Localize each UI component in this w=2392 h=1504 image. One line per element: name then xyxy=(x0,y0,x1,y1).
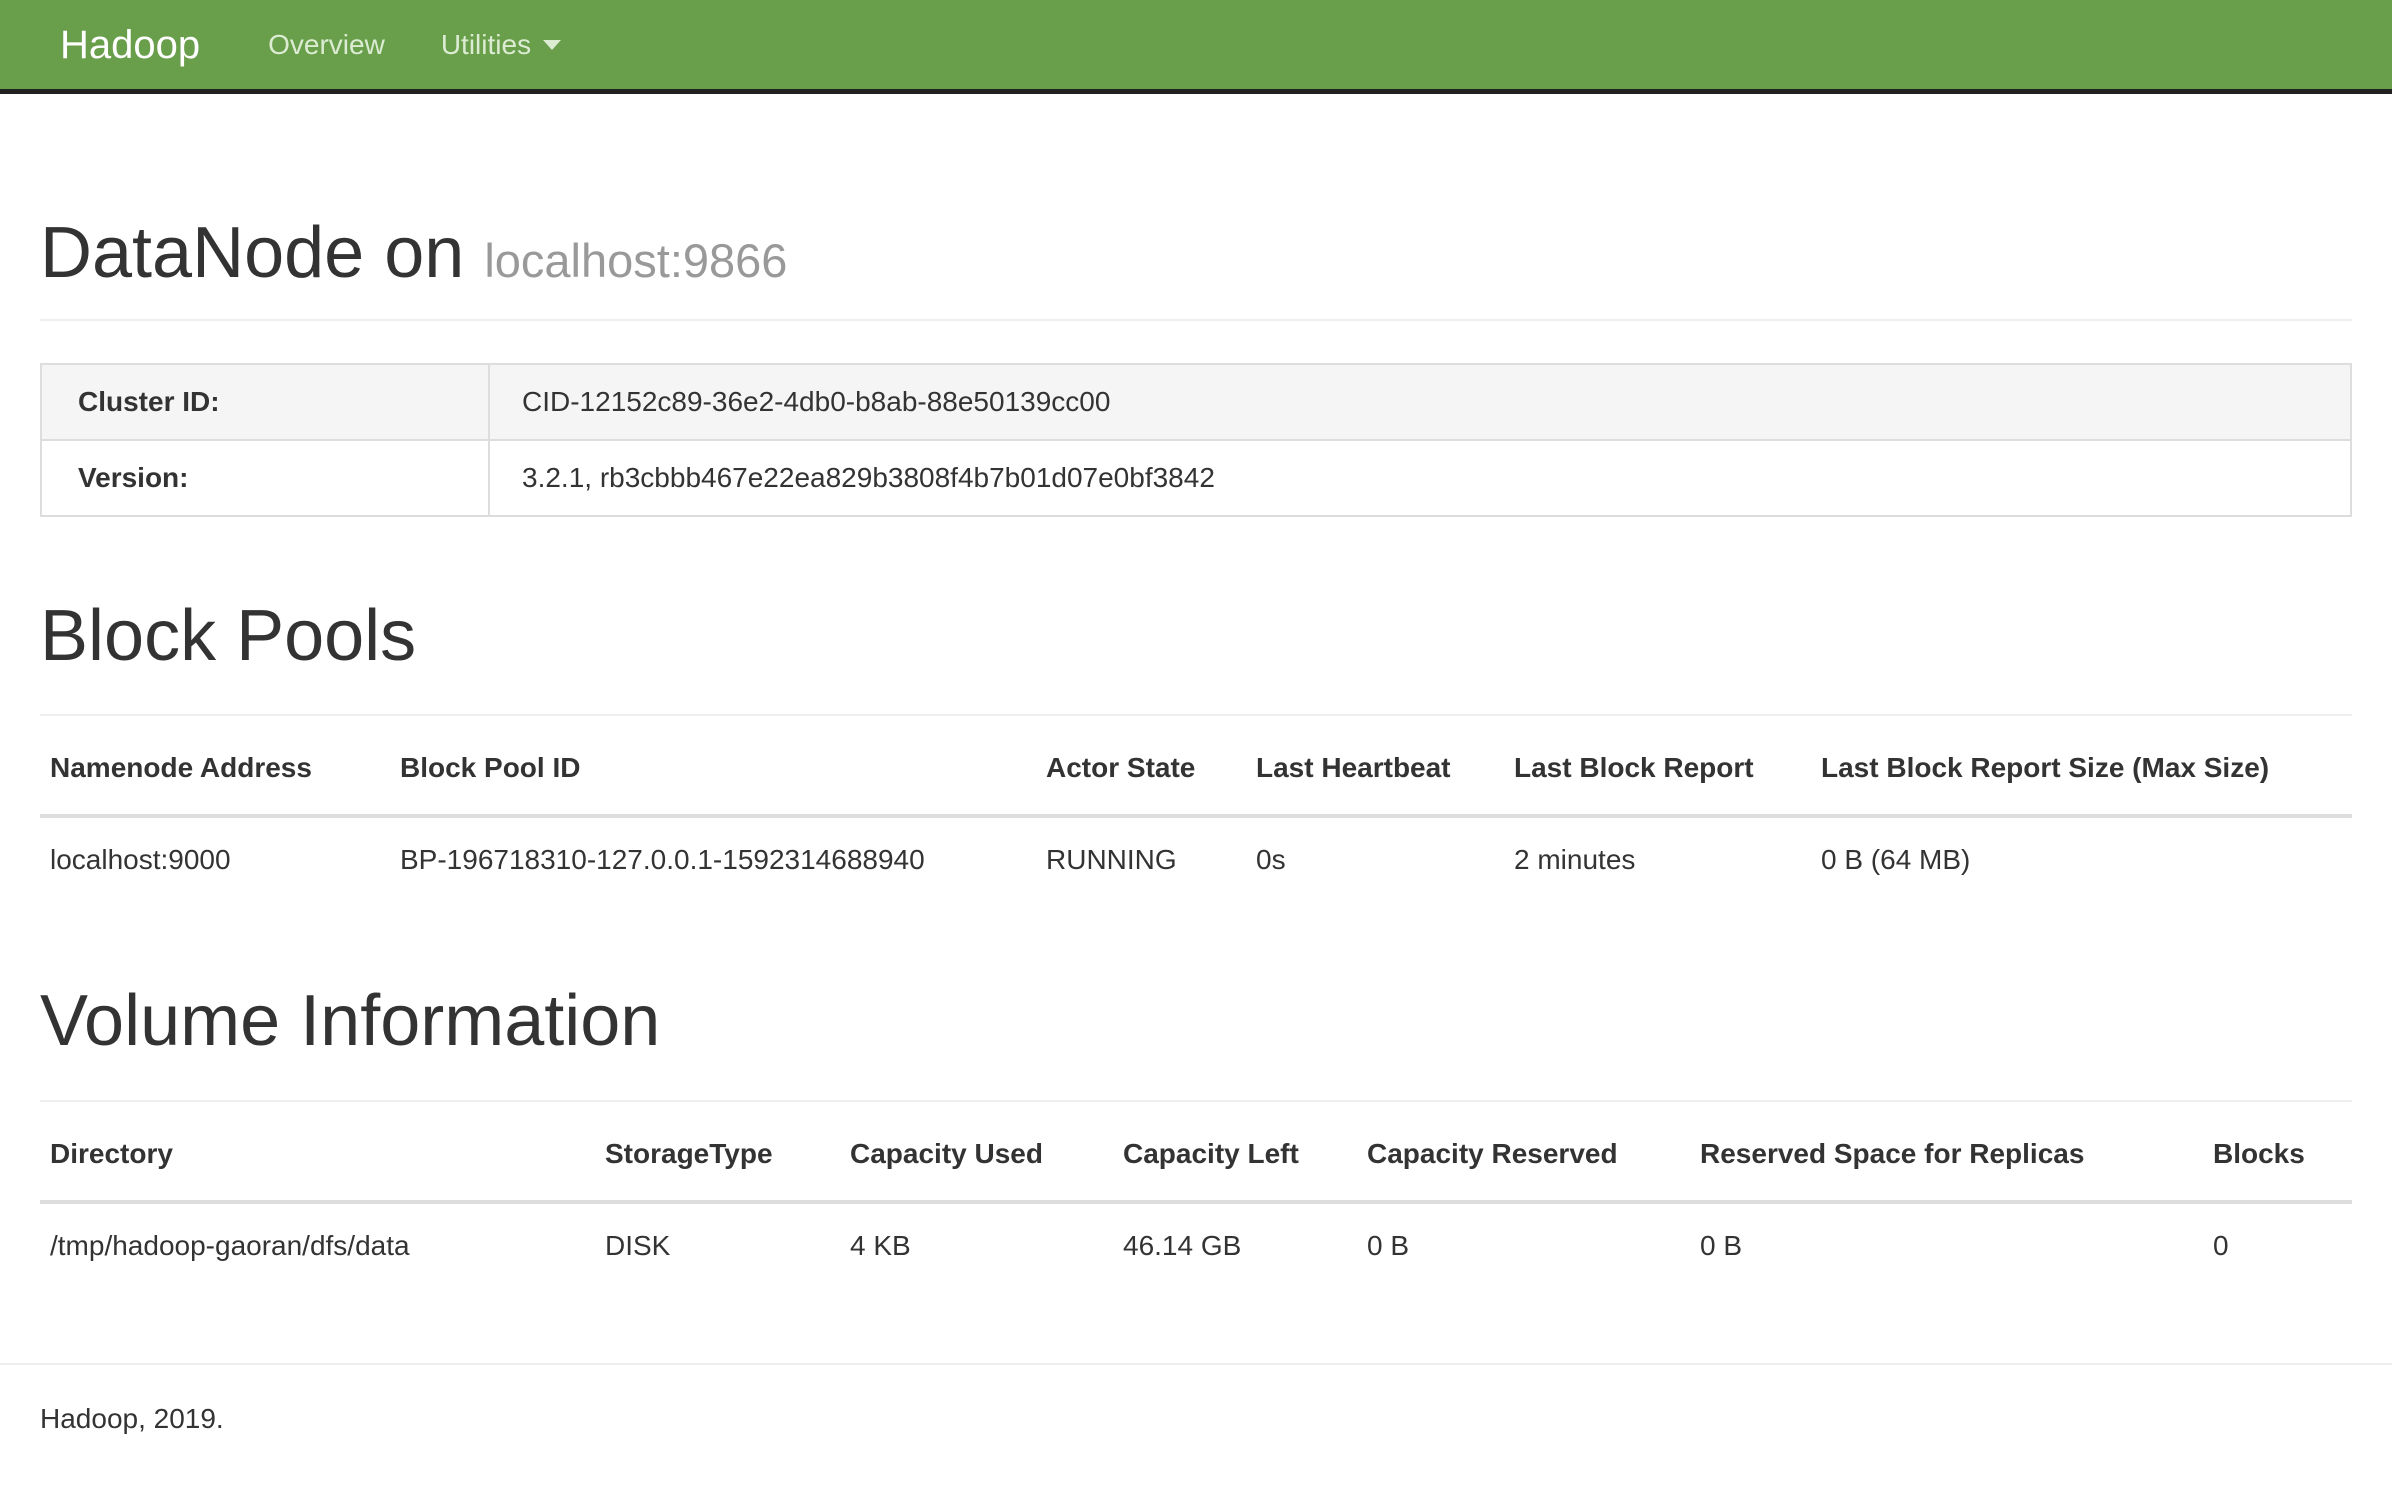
block-pools-title: Block Pools xyxy=(40,597,2352,676)
col-blocks: Blocks xyxy=(2203,1102,2352,1202)
cell-last-heartbeat: 0s xyxy=(1246,816,1504,902)
footer-text: Hadoop, 2019. xyxy=(0,1365,2392,1435)
col-last-block-report-size: Last Block Report Size (Max Size) xyxy=(1811,716,2352,816)
volume-info-header: Volume Information xyxy=(40,982,2352,1101)
col-actor-state: Actor State xyxy=(1036,716,1246,816)
col-capacity-used: Capacity Used xyxy=(840,1102,1113,1202)
cluster-info-table: Cluster ID: CID-12152c89-36e2-4db0-b8ab-… xyxy=(40,363,2352,517)
cell-block-pool-id: BP-196718310-127.0.0.1-1592314688940 xyxy=(390,816,1036,902)
table-row: localhost:9000 BP-196718310-127.0.0.1-15… xyxy=(40,816,2352,902)
version-label: Version: xyxy=(41,440,489,516)
cell-blocks: 0 xyxy=(2203,1202,2352,1288)
table-header-row: Directory StorageType Capacity Used Capa… xyxy=(40,1102,2352,1202)
page-title: DataNode on localhost:9866 xyxy=(40,214,2352,293)
volume-info-table: Directory StorageType Capacity Used Capa… xyxy=(40,1102,2352,1288)
table-row: Cluster ID: CID-12152c89-36e2-4db0-b8ab-… xyxy=(41,364,2351,440)
col-capacity-reserved: Capacity Reserved xyxy=(1357,1102,1690,1202)
cell-directory: /tmp/hadoop-gaoran/dfs/data xyxy=(40,1202,595,1288)
table-row: Version: 3.2.1, rb3cbbb467e22ea829b3808f… xyxy=(41,440,2351,516)
col-capacity-left: Capacity Left xyxy=(1113,1102,1357,1202)
nav-item-utilities[interactable]: Utilities xyxy=(413,0,589,92)
cell-capacity-reserved: 0 B xyxy=(1357,1202,1690,1288)
cluster-id-value: CID-12152c89-36e2-4db0-b8ab-88e50139cc00 xyxy=(489,364,2351,440)
cell-last-block-report: 2 minutes xyxy=(1504,816,1811,902)
volume-info-title: Volume Information xyxy=(40,982,2352,1061)
nav-item-utilities-label: Utilities xyxy=(441,0,531,92)
col-directory: Directory xyxy=(40,1102,595,1202)
col-block-pool-id: Block Pool ID xyxy=(390,716,1036,816)
cell-reserved-replicas: 0 B xyxy=(1690,1202,2203,1288)
table-row: /tmp/hadoop-gaoran/dfs/data DISK 4 KB 46… xyxy=(40,1202,2352,1288)
block-pools-header: Block Pools xyxy=(40,597,2352,716)
nav-item-overview-label: Overview xyxy=(268,0,385,92)
col-reserved-replicas: Reserved Space for Replicas xyxy=(1690,1102,2203,1202)
cell-capacity-left: 46.14 GB xyxy=(1113,1202,1357,1288)
col-last-heartbeat: Last Heartbeat xyxy=(1246,716,1504,816)
top-navbar: Hadoop Overview Utilities xyxy=(0,0,2392,94)
brand-hadoop[interactable]: Hadoop xyxy=(0,0,240,92)
cell-actor-state: RUNNING xyxy=(1036,816,1246,902)
page-header: DataNode on localhost:9866 xyxy=(40,214,2352,321)
block-pools-table: Namenode Address Block Pool ID Actor Sta… xyxy=(40,716,2352,902)
main-content: DataNode on localhost:9866 Cluster ID: C… xyxy=(0,214,2392,1288)
col-storage-type: StorageType xyxy=(595,1102,840,1202)
cell-namenode-address: localhost:9000 xyxy=(40,816,390,902)
cell-last-block-report-size: 0 B (64 MB) xyxy=(1811,816,2352,902)
nav-item-overview[interactable]: Overview xyxy=(240,0,413,92)
version-value: 3.2.1, rb3cbbb467e22ea829b3808f4b7b01d07… xyxy=(489,440,2351,516)
col-namenode-address: Namenode Address xyxy=(40,716,390,816)
col-last-block-report: Last Block Report xyxy=(1504,716,1811,816)
page-title-host: localhost:9866 xyxy=(484,234,787,287)
table-header-row: Namenode Address Block Pool ID Actor Sta… xyxy=(40,716,2352,816)
cell-capacity-used: 4 KB xyxy=(840,1202,1113,1288)
cell-storage-type: DISK xyxy=(595,1202,840,1288)
page-title-main: DataNode on xyxy=(40,213,464,293)
cluster-id-label: Cluster ID: xyxy=(41,364,489,440)
chevron-down-icon xyxy=(543,40,561,50)
